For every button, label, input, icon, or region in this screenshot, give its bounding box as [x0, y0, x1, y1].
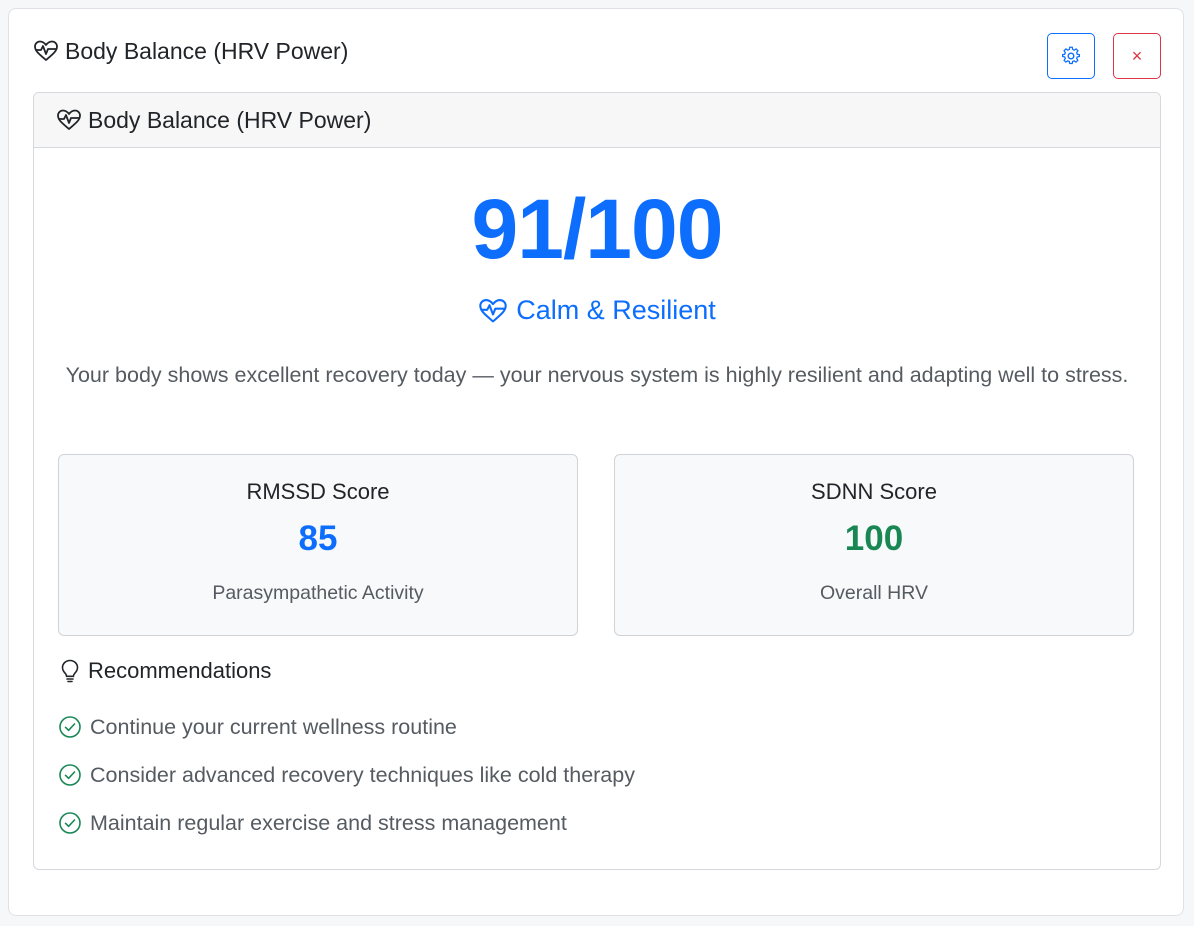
- heart-pulse-icon: [56, 109, 82, 131]
- widget-container: Body Balance (HRV Power) × Body Balance …: [8, 8, 1184, 916]
- status-label: Calm & Resilient: [516, 295, 716, 325]
- recommendation-text: Continue your current wellness routine: [90, 714, 457, 739]
- lightbulb-icon: [60, 659, 80, 683]
- recommendations-list: Continue your current wellness routine C…: [58, 703, 635, 847]
- gear-icon: [1061, 46, 1081, 66]
- hrv-score: 91/100: [471, 182, 724, 276]
- close-button[interactable]: ×: [1113, 33, 1161, 79]
- status-label-row: Calm & Resilient: [34, 295, 1160, 326]
- widget-title: Body Balance (HRV Power): [65, 37, 349, 64]
- recommendations-title: Recommendations: [88, 658, 272, 683]
- card-header: Body Balance (HRV Power): [34, 93, 1160, 148]
- heart-pulse-icon: [33, 40, 59, 62]
- list-item: Continue your current wellness routine: [58, 703, 635, 751]
- card-header-title: Body Balance (HRV Power): [88, 106, 372, 133]
- heart-pulse-icon: [478, 298, 508, 324]
- score-description: Your body shows excellent recovery today…: [65, 363, 1129, 387]
- metric-label: RMSSD Score: [246, 479, 390, 504]
- list-item: Maintain regular exercise and stress man…: [58, 799, 635, 847]
- close-icon: ×: [1131, 46, 1143, 66]
- metric-subtitle: Overall HRV: [819, 582, 928, 604]
- check-circle-icon: [58, 715, 82, 739]
- hrv-card: Body Balance (HRV Power) 91/100 Calm & R…: [33, 92, 1161, 870]
- metric-subtitle: Parasympathetic Activity: [212, 582, 424, 604]
- sdnn-metric-card: SDNN Score 100 Overall HRV: [614, 454, 1134, 636]
- metric-value: 100: [844, 519, 904, 558]
- rmssd-metric-card: RMSSD Score 85 Parasympathetic Activity: [58, 454, 578, 636]
- check-circle-icon: [58, 811, 82, 835]
- metric-value: 85: [298, 519, 338, 558]
- list-item: Consider advanced recovery techniques li…: [58, 751, 635, 799]
- settings-button[interactable]: [1047, 33, 1095, 79]
- widget-title-row: Body Balance (HRV Power): [33, 36, 348, 66]
- recommendations-heading: Recommendations: [60, 658, 271, 684]
- recommendation-text: Consider advanced recovery techniques li…: [90, 762, 635, 787]
- check-circle-icon: [58, 763, 82, 787]
- metric-label: SDNN Score: [811, 479, 937, 504]
- recommendation-text: Maintain regular exercise and stress man…: [90, 810, 567, 835]
